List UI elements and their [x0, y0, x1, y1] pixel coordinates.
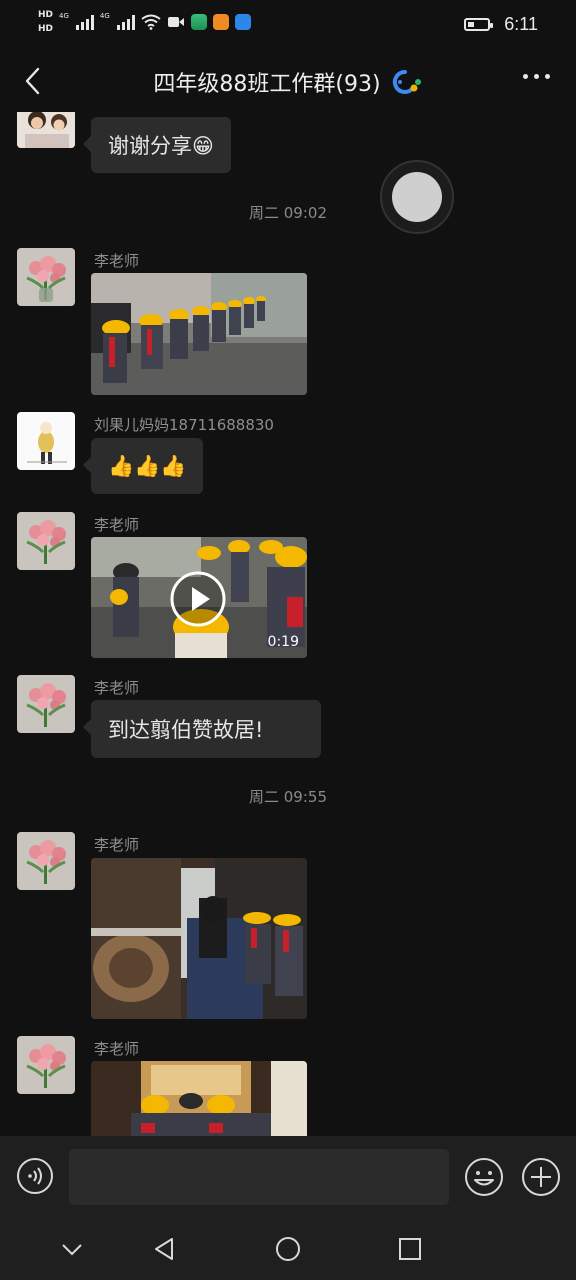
group-chat-icon: [392, 69, 421, 94]
avatar[interactable]: [17, 675, 75, 733]
timestamp: 周二 09:55: [249, 788, 327, 806]
hd2-indicator: HD: [38, 24, 54, 34]
message-text: 到达翦伯赞故居!: [108, 718, 264, 742]
chat-title-container: 四年级88班工作群(93): [0, 66, 576, 98]
video-call-icon: [167, 17, 184, 27]
orange-app-icon: [212, 14, 229, 30]
hd1-indicator: HD: [38, 10, 54, 20]
nav-home-icon[interactable]: [273, 1234, 303, 1264]
emoji-icon[interactable]: [464, 1157, 504, 1197]
avatar[interactable]: [17, 248, 75, 306]
image-message[interactable]: [91, 1061, 307, 1136]
rose-avatar-image: [17, 248, 75, 306]
chat-title: 四年级88班工作群(93): [153, 72, 381, 97]
signal-icon: [116, 14, 135, 30]
avatar[interactable]: [17, 412, 75, 470]
avatar[interactable]: [17, 832, 75, 890]
avatar[interactable]: [17, 112, 75, 148]
video-message[interactable]: 0:19: [91, 537, 307, 658]
blue-cloud-icon: [234, 14, 251, 30]
title-bar: 四年级88班工作群(93): [0, 50, 576, 112]
sender-name: 李老师: [94, 836, 140, 854]
network-type-1: 4G: [59, 12, 69, 20]
green-app-icon: [190, 14, 207, 30]
signal-icon: [75, 14, 94, 30]
message-text: 谢谢分享😁: [108, 134, 214, 158]
sender-name: 李老师: [94, 516, 140, 534]
message-bubble[interactable]: 到达翦伯赞故居!: [83, 700, 321, 758]
image-message[interactable]: [91, 858, 307, 1019]
status-bar: HD HD 4G 4G 6:11: [0, 0, 576, 50]
more-dots-icon[interactable]: [523, 74, 550, 79]
avatar[interactable]: [17, 512, 75, 570]
message-bubble[interactable]: 谢谢分享😁: [83, 117, 231, 173]
input-bar: [0, 1136, 576, 1218]
message-input[interactable]: [69, 1149, 449, 1205]
sender-name: 刘果儿妈妈18711688830: [94, 416, 274, 434]
avatar[interactable]: [17, 1036, 75, 1094]
status-time: 6:11: [504, 14, 538, 34]
play-icon[interactable]: [169, 570, 227, 628]
sender-name: 李老师: [94, 1040, 140, 1058]
sender-name: 李老师: [94, 252, 140, 270]
message-bubble[interactable]: 👍👍👍: [82, 438, 204, 494]
sender-name: 李老师: [94, 679, 140, 697]
image-message[interactable]: [91, 273, 307, 395]
network-type-2: 4G: [99, 12, 110, 20]
nav-recents-icon[interactable]: [395, 1234, 425, 1264]
video-duration: 0:19: [267, 634, 299, 650]
wifi-icon: [141, 14, 161, 30]
message-text: 👍👍👍: [108, 453, 187, 478]
timestamp: 周二 09:02: [249, 204, 327, 222]
system-nav-bar: [0, 1218, 576, 1280]
nav-hide-icon[interactable]: [57, 1234, 87, 1264]
voice-input-icon[interactable]: [16, 1157, 54, 1195]
nav-back-icon[interactable]: [150, 1234, 180, 1264]
message-list[interactable]: 谢谢分享😁 周二 09:02 李老师 刘果儿妈妈18711688830 👍👍👍 …: [0, 112, 576, 1136]
plus-icon[interactable]: [521, 1157, 561, 1197]
battery-icon: [464, 18, 494, 31]
